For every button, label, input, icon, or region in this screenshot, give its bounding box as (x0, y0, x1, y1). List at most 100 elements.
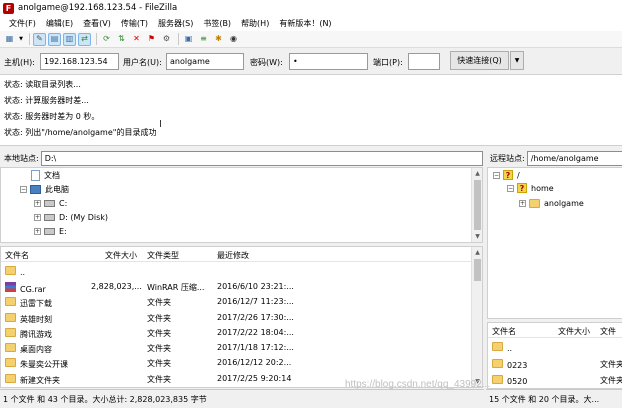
table-row[interactable]: 腾讯游戏 文件夹 2017/2/22 18:04:... (1, 325, 471, 340)
host-input[interactable]: 192.168.123.54 (40, 53, 119, 70)
menu-transfer[interactable]: 传输(T) (116, 18, 153, 29)
expand-icon[interactable]: + (519, 199, 526, 207)
toggle-local-tree-icon[interactable]: ▤ (48, 32, 61, 46)
table-row[interactable]: CG.rar 2,828,023,... WinRAR 压缩... 2016/6… (1, 279, 471, 294)
file-type: 文件夹 (147, 329, 171, 338)
column-header-filesize[interactable]: 文件大小 (558, 326, 590, 337)
scroll-up-icon[interactable]: ▲ (472, 168, 483, 179)
table-row[interactable]: 0520 文件夹 (488, 372, 622, 387)
folder-icon (5, 374, 16, 383)
tree-item-label: home (531, 183, 554, 193)
local-tree[interactable]: 文档 − 此电脑 + C: + D: (My Disk) + E: ▲ ▼ (0, 167, 483, 243)
message-log[interactable]: 状态: 读取目录列表... 状态: 计算服务器时差... 状态: 服务器时差为 … (0, 75, 622, 146)
collapse-icon[interactable]: − (20, 185, 27, 193)
table-row[interactable]: 0223 文件夹 (488, 356, 622, 371)
table-row[interactable]: 桌面内容 文件夹 2017/1/18 17:12:... (1, 340, 471, 355)
scroll-down-icon[interactable]: ▼ (472, 231, 483, 242)
file-name: 英雄时刻 (20, 315, 52, 324)
drive-icon (44, 199, 55, 207)
scroll-up-icon[interactable]: ▲ (472, 247, 483, 258)
file-type: 文件夹 (600, 360, 622, 369)
quickconnect-button[interactable]: 快速连接(Q) (450, 51, 509, 70)
sync-browse-icon[interactable]: ✱ (212, 33, 225, 46)
tree-item-drive-d[interactable]: + D: (My Disk) (34, 210, 108, 224)
log-line: 状态: 列出"/home/anolgame"的目录成功 (4, 128, 157, 137)
remote-path-input[interactable]: /home/anolgame (526, 150, 622, 166)
menu-file[interactable]: 文件(F) (4, 18, 41, 29)
remote-file-list[interactable]: 文件名 文件大小 文件 .. 0223 文件夹 0520 文件夹 (487, 322, 622, 389)
table-row[interactable]: 迅雷下载 文件夹 2016/12/7 11:23:... (1, 294, 471, 309)
local-file-list[interactable]: 文件名 文件大小 文件类型 最近修改 .. CG.rar 2,828,023,.… (0, 246, 483, 388)
table-row[interactable]: .. (488, 339, 622, 354)
table-row[interactable]: .. (1, 263, 471, 278)
scrollbar-thumb[interactable] (474, 259, 481, 281)
reconnect-icon[interactable]: ⚙ (160, 33, 173, 46)
document-icon (31, 169, 40, 181)
tree-item-label: 此电脑 (45, 184, 69, 194)
refresh-icon[interactable]: ⟳ (100, 33, 113, 46)
tree-item-drive-e[interactable]: + E: (34, 224, 67, 238)
search-icon[interactable]: ◉ (227, 33, 240, 46)
folder-icon (5, 313, 16, 322)
site-manager-icon[interactable]: ▦ (3, 33, 16, 46)
title-bar: F anolgame@192.168.123.54 - FileZilla (0, 0, 622, 16)
menu-edit[interactable]: 编辑(E) (41, 18, 78, 29)
column-header-filetype[interactable]: 文件 (600, 326, 616, 337)
quickconnect-dropdown-icon[interactable]: ▼ (510, 51, 524, 70)
process-queue-icon[interactable]: ⇅ (115, 33, 128, 46)
menu-view[interactable]: 查看(V) (78, 18, 116, 29)
local-tree-scrollbar[interactable]: ▲ ▼ (471, 168, 482, 242)
folder-icon (492, 342, 503, 351)
expand-icon[interactable]: + (34, 213, 41, 221)
filter-icon[interactable]: ▣ (182, 33, 195, 46)
folder-icon (492, 359, 503, 368)
expand-icon[interactable]: + (34, 199, 41, 207)
disconnect-icon[interactable]: ⚑ (145, 33, 158, 46)
drive-icon (44, 227, 55, 235)
table-row[interactable]: 英雄时刻 文件夹 2017/2/26 17:30:... (1, 310, 471, 325)
toggle-remote-tree-icon[interactable]: ▥ (63, 32, 76, 46)
remote-tree[interactable]: − ? / − ? home + anolgame (487, 167, 622, 319)
file-name: 0223 (507, 361, 528, 370)
toolbar-separator (29, 33, 30, 45)
expand-icon[interactable]: + (34, 227, 41, 235)
tree-item-anolgame[interactable]: + anolgame (519, 196, 584, 210)
collapse-icon[interactable]: − (507, 184, 514, 192)
menu-server[interactable]: 服务器(S) (153, 18, 198, 29)
column-header-filename[interactable]: 文件名 (492, 326, 516, 337)
tree-item-home[interactable]: − ? home (507, 181, 554, 195)
column-header-filesize[interactable]: 文件大小 (105, 250, 137, 261)
toolbar: ▦ ▼ ✎ ▤ ▥ ⇄ ⟳ ⇅ ✕ ⚑ ⚙ ▣ ≡ ✱ ◉ (0, 31, 622, 48)
site-manager-dropdown-icon[interactable]: ▼ (18, 33, 24, 46)
username-label: 用户名(U): (123, 58, 162, 67)
tree-item-drive-c[interactable]: + C: (34, 196, 67, 210)
tree-item-label: C: (59, 198, 68, 208)
column-header-modified[interactable]: 最近修改 (217, 250, 249, 261)
local-path-input[interactable]: D:\ (40, 150, 483, 166)
toggle-log-icon[interactable]: ✎ (33, 32, 46, 46)
column-header-filename[interactable]: 文件名 (5, 250, 29, 261)
password-input[interactable]: • (289, 53, 368, 70)
file-name: .. (507, 344, 513, 353)
tree-item-documents[interactable]: 文档 (31, 168, 60, 182)
unknown-folder-icon: ? (517, 183, 527, 193)
tree-item-this-pc[interactable]: − 此电脑 (20, 182, 69, 196)
username-input[interactable]: anolgame (166, 53, 244, 70)
table-row[interactable]: 朱曼奕公开课 文件夹 2016/12/12 20:2... (1, 355, 471, 370)
tree-item-root[interactable]: − ? / (493, 168, 520, 182)
menu-bookmarks[interactable]: 书签(B) (198, 18, 236, 29)
column-header-filetype[interactable]: 文件类型 (147, 250, 179, 261)
menu-help[interactable]: 帮助(H) (236, 18, 274, 29)
local-list-scrollbar[interactable]: ▲ ▼ (471, 247, 482, 387)
port-input[interactable] (408, 53, 440, 70)
file-name: 0520 (507, 377, 528, 386)
menu-new-version[interactable]: 有新版本！(N) (274, 18, 336, 29)
file-name: CG.rar (20, 285, 46, 294)
collapse-icon[interactable]: − (493, 171, 500, 179)
compare-icon[interactable]: ≡ (197, 33, 210, 46)
scrollbar-thumb[interactable] (474, 180, 481, 230)
quickconnect-bar: 主机(H): 192.168.123.54 用户名(U): anolgame 密… (0, 48, 622, 75)
cancel-icon[interactable]: ✕ (130, 33, 143, 46)
local-site-bar: 本地站点: D:\ (2, 149, 483, 167)
toggle-queue-icon[interactable]: ⇄ (78, 32, 91, 46)
